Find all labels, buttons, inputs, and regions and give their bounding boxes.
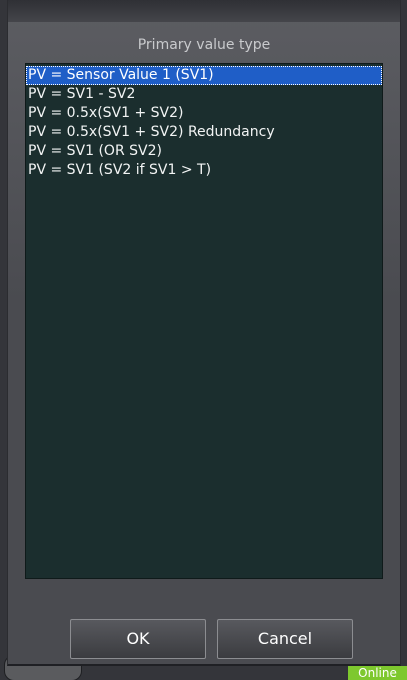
- list-item-sv1-minus-sv2[interactable]: PV = SV1 - SV2: [26, 85, 382, 104]
- list-item-sv1-or-sv2[interactable]: PV = SV1 (OR SV2): [26, 142, 382, 161]
- list-item-average[interactable]: PV = 0.5x(SV1 + SV2): [26, 104, 382, 123]
- ok-button[interactable]: OK: [70, 619, 206, 659]
- dialog-header-strip: [8, 0, 400, 22]
- primary-value-type-list[interactable]: PV = Sensor Value 1 (SV1) PV = SV1 - SV2…: [25, 63, 383, 579]
- online-status-badge: Online: [348, 666, 407, 680]
- primary-value-type-dialog: Primary value type PV = Sensor Value 1 (…: [7, 0, 401, 666]
- list-item-average-redundancy[interactable]: PV = 0.5x(SV1 + SV2) Redundancy: [26, 123, 382, 142]
- list-item-sv1-sv2-threshold[interactable]: PV = SV1 (SV2 if SV1 > T): [26, 161, 382, 180]
- cancel-button[interactable]: Cancel: [217, 619, 353, 659]
- dialog-title: Primary value type: [137, 37, 271, 53]
- screen: Online Primary value type PV = Sensor Va…: [0, 0, 407, 680]
- list-item-sensor-value-1[interactable]: PV = Sensor Value 1 (SV1): [26, 66, 382, 85]
